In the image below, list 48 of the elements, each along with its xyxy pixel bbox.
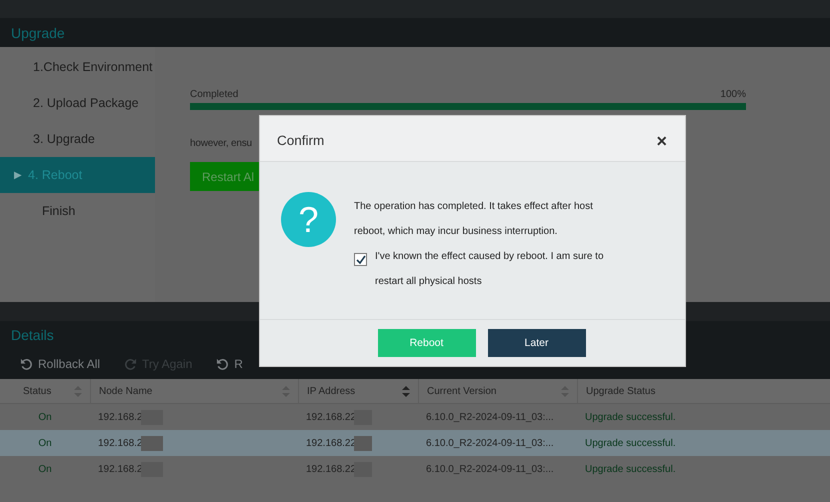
step-item[interactable]: 3. Upgrade (0, 121, 155, 157)
checkbox[interactable] (354, 253, 367, 266)
ip-address: 192.168.22 (306, 438, 356, 448)
node-name: 192.168.2 (98, 412, 142, 422)
reboot-button[interactable]: Reboot (378, 329, 476, 357)
ip-address: 192.168.22 (306, 464, 356, 474)
close-button[interactable]: × (656, 132, 667, 150)
column-header[interactable]: Upgrade Status (586, 386, 656, 396)
node-name: 192.168.2 (98, 438, 142, 448)
checkbox-label[interactable]: I've known the effect caused by reboot. I am sure to restart all physical hosts (375, 244, 622, 294)
undo-icon (216, 358, 230, 370)
restart-button[interactable]: Restart Al (190, 162, 259, 191)
instruction-text: however, ensu (190, 138, 252, 149)
status-text: On (38, 438, 52, 448)
arrow-icon: ▶ (14, 169, 22, 181)
details-title: Details (11, 327, 54, 343)
version-text: 6.10.0_R2-2024-09-11_03:... (426, 412, 554, 422)
column-header[interactable]: Current Version (427, 386, 496, 396)
version-text: 6.10.0_R2-2024-09-11_03:... (426, 464, 554, 474)
upgrade-status: Upgrade successful. (585, 438, 676, 448)
sort-icon[interactable] (402, 386, 410, 396)
table-row[interactable]: On 192.168.2 192.168.22 6.10.0_R2-2024-09-11_03:... Upgrade successful. (0, 430, 830, 456)
upgrade-status: Upgrade successful. (585, 412, 676, 422)
progress-label: Completed (190, 89, 238, 100)
progress-reading: 100% (720, 89, 746, 100)
toolbar-button[interactable]: Rollback All (20, 357, 100, 371)
dialog-title: Confirm (277, 133, 324, 148)
status-text: On (38, 464, 52, 474)
later-button[interactable]: Later (488, 329, 586, 357)
step-item[interactable]: Finish (0, 193, 155, 229)
column-header[interactable]: Status (8, 386, 52, 396)
status-text: On (38, 412, 52, 422)
step-item[interactable]: 2. Upload Package (0, 85, 155, 121)
column-header[interactable]: IP Address (307, 386, 356, 396)
redo-icon (124, 358, 138, 370)
redaction-mark (140, 436, 162, 450)
step-item[interactable]: 1.Check Environment (0, 49, 155, 85)
upgrade-status: Upgrade successful. (585, 464, 676, 474)
node-name: 192.168.2 (98, 464, 142, 474)
toolbar-button[interactable]: R (216, 357, 243, 371)
version-text: 6.10.0_R2-2024-09-11_03:... (426, 438, 554, 448)
ip-address: 192.168.22 (306, 412, 356, 422)
question-icon: ? (281, 192, 336, 247)
column-header[interactable]: Node Name (99, 386, 152, 396)
redaction-mark (354, 436, 372, 450)
panel-title: Upgrade (11, 24, 65, 40)
undo-icon (20, 358, 33, 370)
dialog-message: The operation has completed. It takes effect after host reboot, which may incur business interruption. (354, 200, 594, 239)
